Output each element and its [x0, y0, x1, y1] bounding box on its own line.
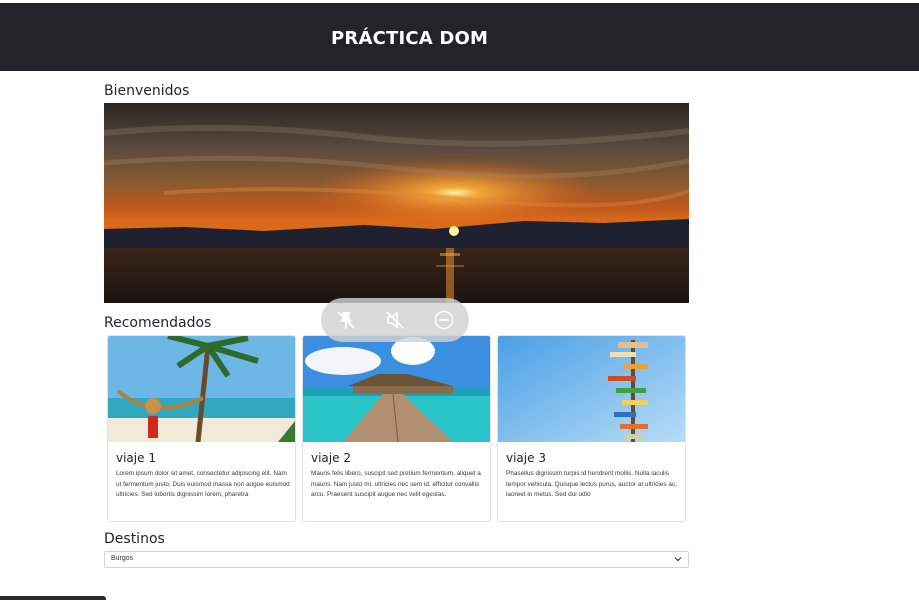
- card-text: Mauris felis libero, suscipit sed pretiu…: [311, 470, 481, 498]
- page-title: PRÁCTICA DOM: [331, 28, 489, 49]
- trip-card-3[interactable]: viaje 3 Phasellus dignissim turpis id he…: [497, 335, 686, 522]
- minus-circle-icon[interactable]: [433, 309, 455, 331]
- trip-card-2[interactable]: viaje 2 Mauris felis libero, suscipit se…: [302, 335, 491, 522]
- hero-sunset-image: [104, 103, 689, 303]
- card-title: viaje 3: [506, 451, 546, 465]
- welcome-heading: Bienvenidos: [104, 83, 190, 99]
- card-title: viaje 1: [116, 451, 156, 465]
- recommended-cards: viaje 1 Lorem ipsum dolor sit amet, cons…: [107, 335, 687, 522]
- destinations-heading: Destinos: [104, 531, 165, 547]
- card-text: Phasellus dignissim turpis id hendrerit …: [506, 470, 677, 498]
- chevron-down-icon: [674, 557, 682, 562]
- signpost-image: [498, 336, 685, 442]
- card-title: viaje 2: [311, 451, 351, 465]
- pin-off-icon[interactable]: [335, 309, 357, 331]
- beach-hammock-image: [108, 336, 295, 442]
- bottom-edge-bar: [0, 596, 106, 600]
- recommended-heading: Recomendados: [104, 315, 212, 331]
- destinations-select[interactable]: Burgos: [104, 551, 689, 568]
- overwater-bungalows-image: [303, 336, 490, 442]
- selected-destination: Burgos: [111, 555, 134, 562]
- card-text: Lorem ipsum dolor sit amet, consectetur …: [116, 470, 290, 498]
- mute-icon[interactable]: [384, 309, 406, 331]
- floating-control-bar: [321, 298, 469, 342]
- top-navbar: PRÁCTICA DOM: [0, 3, 919, 71]
- trip-card-1[interactable]: viaje 1 Lorem ipsum dolor sit amet, cons…: [107, 335, 296, 522]
